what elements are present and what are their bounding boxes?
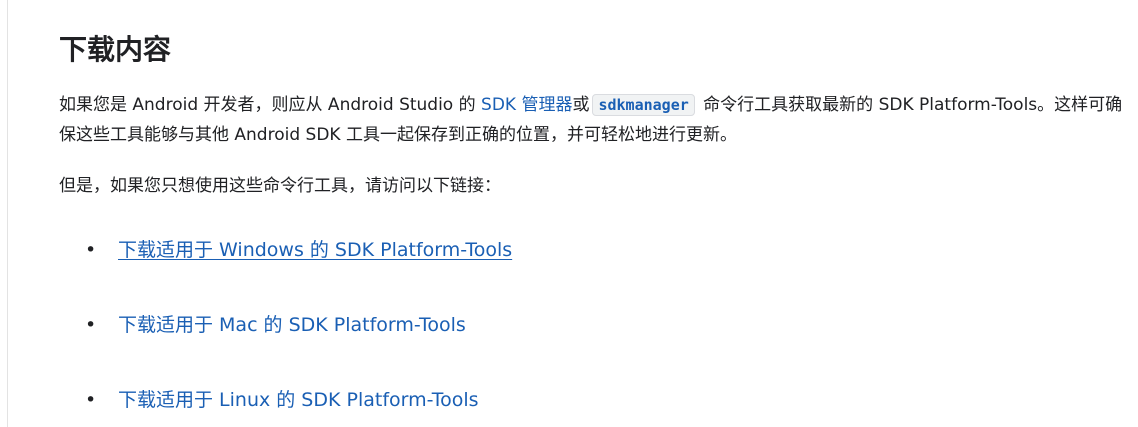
sdkmanager-code: sdkmanager	[592, 94, 695, 116]
download-windows-link[interactable]: 下载适用于 Windows 的 SDK Platform-Tools	[118, 235, 512, 265]
but-paragraph: 但是，如果您只想使用这些命令行工具，请访问以下链接：	[59, 176, 501, 196]
intro-text-before: 如果您是 Android 开发者，则应从 Android Studio 的	[59, 95, 482, 115]
intro-paragraph: 如果您是 Android 开发者，则应从 Android Studio 的 SD…	[59, 90, 1124, 150]
intro-text-or: 或	[572, 95, 590, 115]
download-mac-link[interactable]: 下载适用于 Mac 的 SDK Platform-Tools	[118, 310, 466, 340]
bullet-icon: •	[85, 389, 97, 411]
bullet-icon: •	[85, 314, 97, 336]
download-linux-link[interactable]: 下载适用于 Linux 的 SDK Platform-Tools	[118, 385, 479, 415]
bullet-icon: •	[85, 239, 97, 261]
sdk-manager-link[interactable]: SDK 管理器	[481, 95, 572, 115]
page-title: 下载内容	[59, 33, 172, 66]
left-divider	[7, 0, 8, 427]
